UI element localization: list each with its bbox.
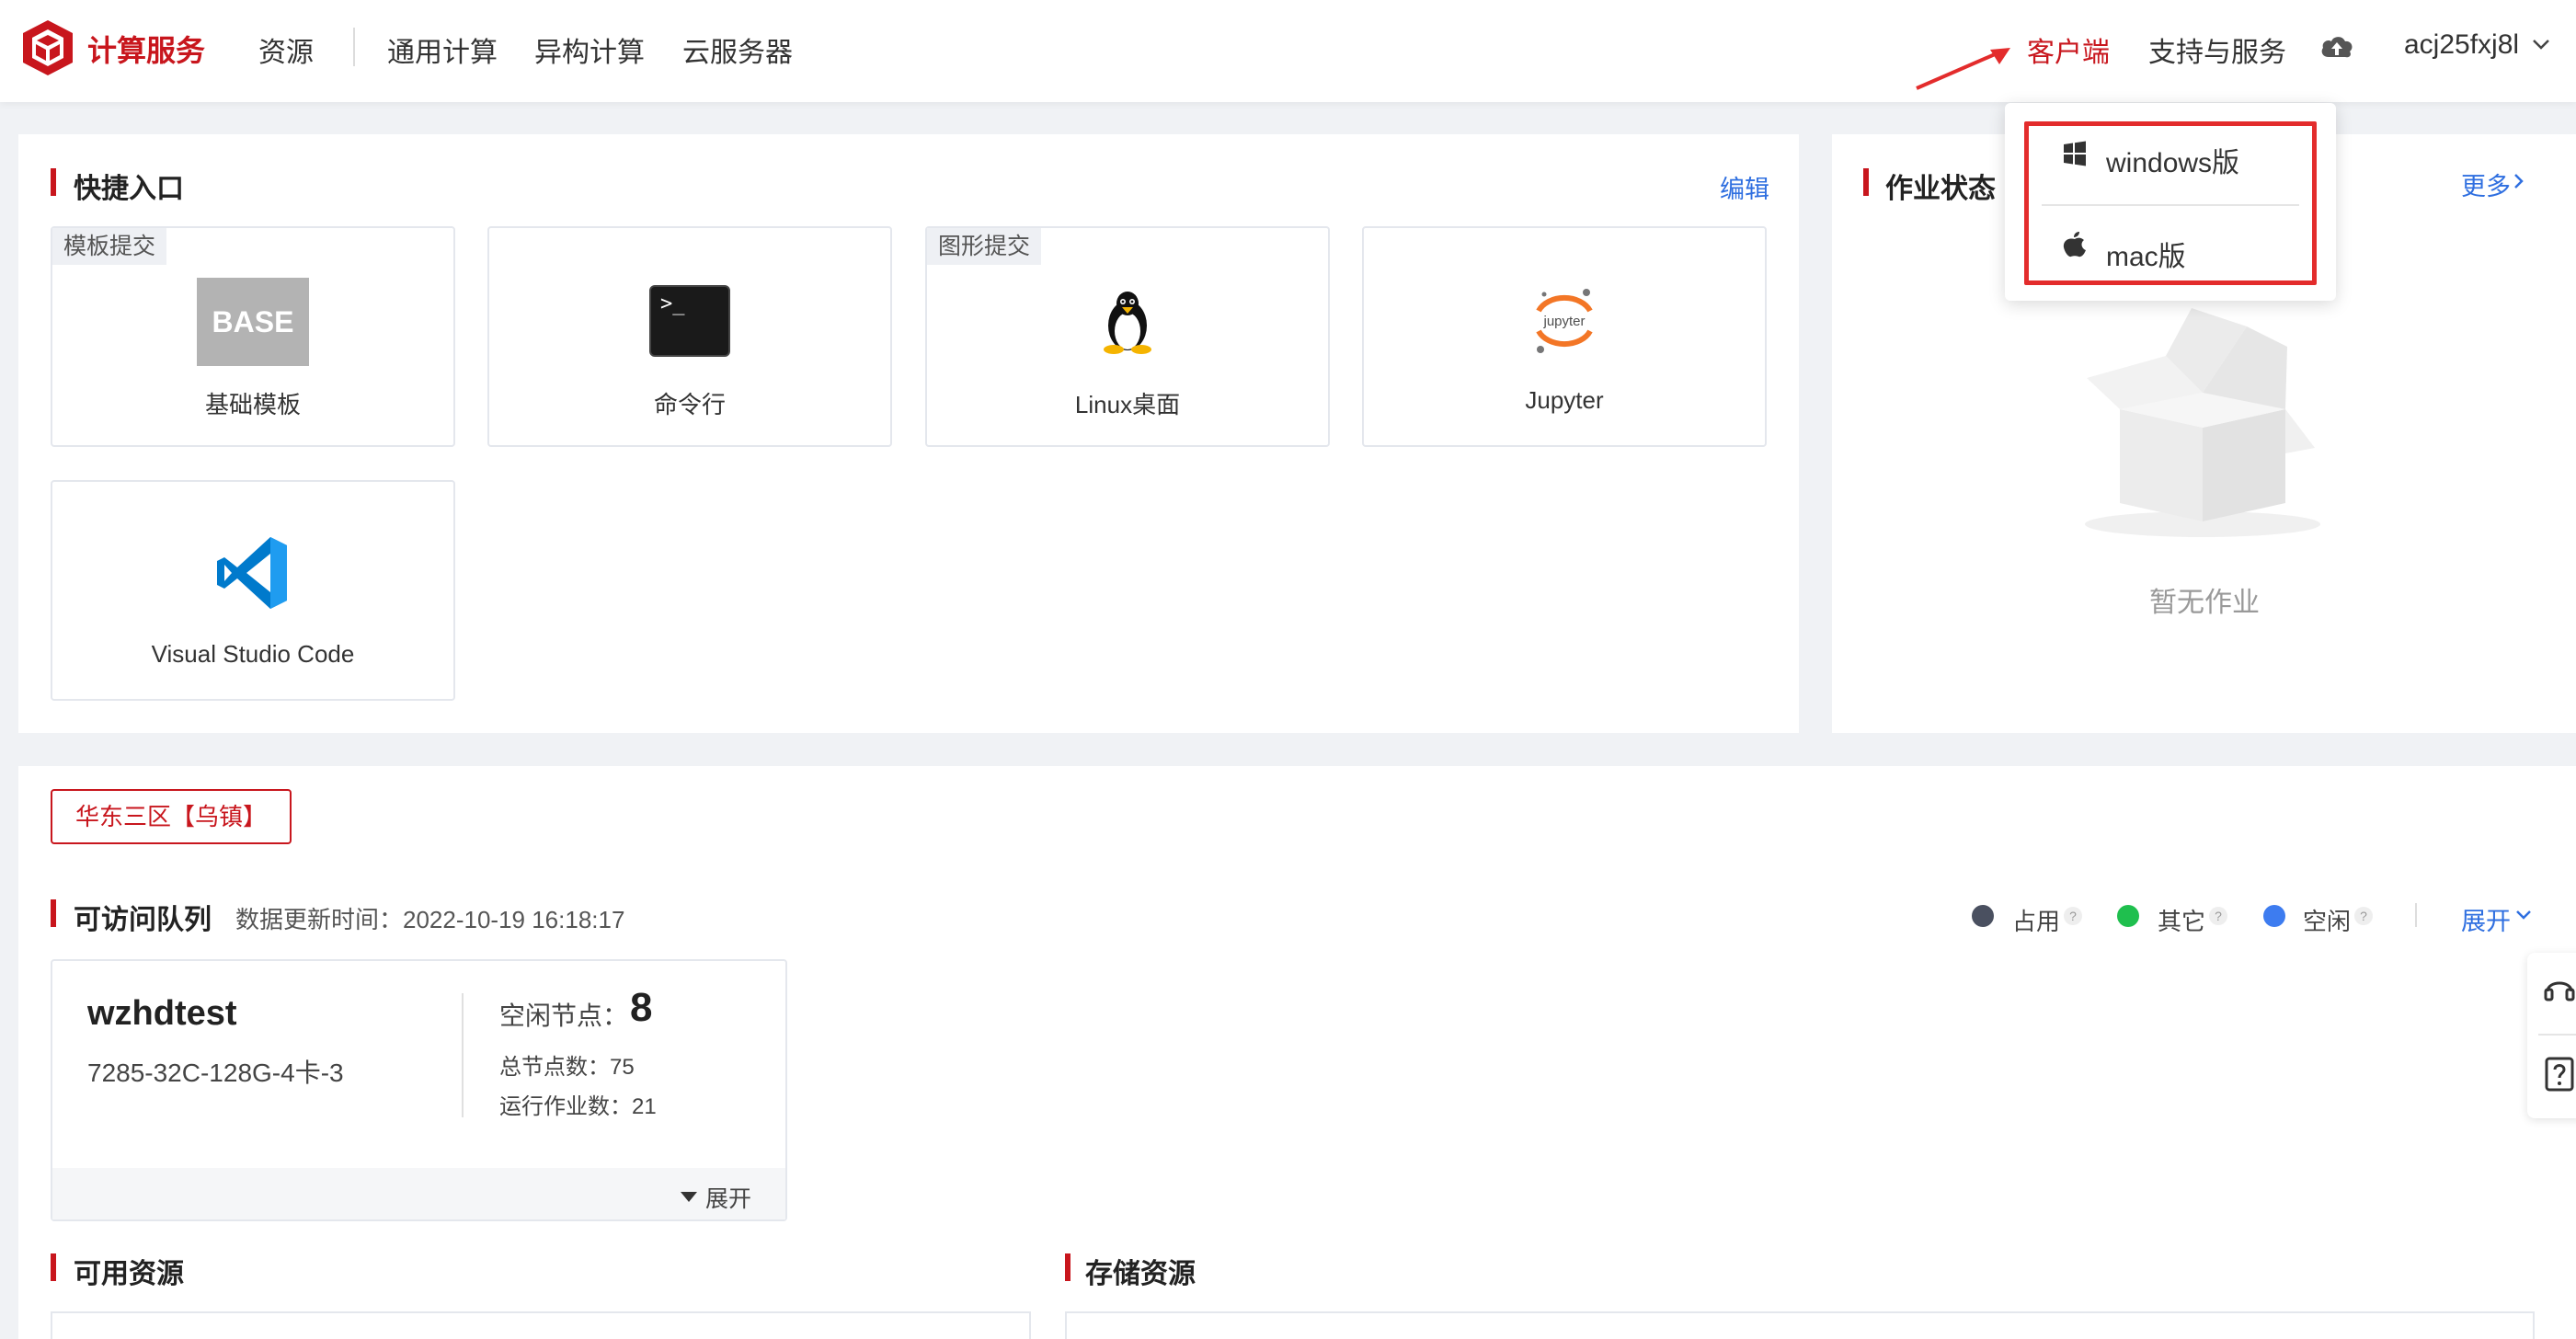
tile-linux-desktop[interactable]: 图形提交 Linux桌面 <box>925 226 1330 447</box>
tile-tag: 图形提交 <box>927 228 1042 265</box>
tile-label: 命令行 <box>653 391 726 418</box>
storage-resources-box <box>1065 1311 2535 1339</box>
linux-penguin-icon <box>1104 292 1151 354</box>
queues-title: 可访问队列 <box>74 905 212 935</box>
queue-divider <box>462 993 464 1117</box>
help-icon[interactable]: ? <box>2354 907 2373 925</box>
nav-support[interactable]: 支持与服务 <box>2148 29 2286 70</box>
queue-spec: 7285-32C-128G-4卡-3 <box>87 1059 344 1087</box>
available-resources-box <box>51 1311 1031 1339</box>
document-help-icon[interactable] <box>2544 1056 2575 1093</box>
tile-base-template[interactable]: 模板提交 BASE 基础模板 <box>51 226 455 447</box>
cloud-upload-icon[interactable] <box>2319 31 2354 61</box>
idle-nodes-value: 8 <box>630 985 653 1030</box>
section-marker <box>1863 168 1869 196</box>
tile-label: Visual Studio Code <box>151 640 355 668</box>
caret-down-icon[interactable] <box>681 1192 697 1202</box>
legend-other-dot <box>2117 905 2139 927</box>
section-marker <box>51 168 56 196</box>
region-tag-button[interactable]: 华东三区【乌镇】 <box>51 789 292 844</box>
terminal-icon: >_ <box>649 285 730 357</box>
nav-divider <box>353 28 355 66</box>
legend-occupied-label: 占用 <box>2012 908 2061 935</box>
queue-card[interactable]: wzhdtest 7285-32C-128G-4卡-3 空闲节点： 8 总节点数… <box>51 959 787 1221</box>
help-icon[interactable]: ? <box>2209 907 2227 925</box>
vscode-icon <box>217 537 287 609</box>
running-jobs-label: 运行作业数：21 <box>499 1094 657 1119</box>
tile-label: 基础模板 <box>204 391 301 418</box>
dropdown-divider <box>2042 204 2299 206</box>
legend-divider <box>2415 903 2417 927</box>
tile-tag: 模板提交 <box>52 228 167 265</box>
legend-occupied-dot <box>1972 905 1994 927</box>
nav-general-compute[interactable]: 通用计算 <box>387 29 498 70</box>
job-status-title: 作业状态 <box>1885 174 1996 204</box>
user-menu[interactable]: acj25fxj8l <box>2404 29 2519 61</box>
empty-box-icon <box>2085 308 2320 537</box>
legend-idle-label: 空闲 <box>2303 908 2352 935</box>
compute-service-logo-icon <box>23 20 73 75</box>
section-marker <box>51 899 56 927</box>
chevron-down-icon[interactable] <box>2514 909 2533 921</box>
nav-client[interactable]: 客户端 <box>2027 29 2110 70</box>
empty-jobs-text: 暂无作业 <box>2149 588 2260 618</box>
quick-entry-title: 快捷入口 <box>74 174 184 204</box>
expand-all-link[interactable]: 展开 <box>2461 901 2511 937</box>
legend-other-label: 其它 <box>2158 908 2206 935</box>
update-time-text: 数据更新时间：2022-10-19 16:18:17 <box>235 906 625 933</box>
jupyter-icon: jupyter <box>1536 289 1593 353</box>
windows-icon <box>2064 141 2086 166</box>
total-nodes-label: 总节点数：75 <box>499 1055 635 1080</box>
tile-jupyter[interactable]: jupyter Jupyter <box>1362 226 1767 447</box>
top-navigation-bar: 计算服务 资源 通用计算 异构计算 云服务器 客户端 支持与服务 acj25fx… <box>0 0 2576 102</box>
section-marker <box>1065 1253 1070 1281</box>
annotation-arrow-icon <box>1916 48 2010 90</box>
legend-idle-dot <box>2263 905 2285 927</box>
chevron-right-icon[interactable] <box>2513 172 2525 190</box>
edit-link[interactable]: 编辑 <box>1720 169 1769 205</box>
widget-divider <box>2538 1034 2576 1036</box>
idle-nodes-label: 空闲节点： <box>499 1001 629 1030</box>
nav-heterogeneous-compute[interactable]: 异构计算 <box>534 29 645 70</box>
storage-resources-title: 存储资源 <box>1085 1259 1196 1289</box>
svg-text:jupyter: jupyter <box>1542 314 1585 329</box>
brand-title[interactable]: 计算服务 <box>87 28 205 70</box>
dropdown-mac-item[interactable]: mac版 <box>2106 234 2186 274</box>
queue-expand-button[interactable]: 展开 <box>705 1181 751 1214</box>
tile-label: Jupyter <box>1525 386 1604 414</box>
tile-label: Linux桌面 <box>1074 391 1181 418</box>
nav-cloud-server[interactable]: 云服务器 <box>682 29 793 70</box>
tile-command-line[interactable]: >_ 命令行 <box>487 226 892 447</box>
nav-resources[interactable]: 资源 <box>258 29 314 70</box>
queue-card-footer: 展开 <box>52 1168 785 1219</box>
base-template-icon: BASE <box>197 278 309 366</box>
help-icon[interactable]: ? <box>2064 907 2082 925</box>
headset-icon[interactable] <box>2544 973 2575 1006</box>
dropdown-windows-item[interactable]: windows版 <box>2106 140 2239 180</box>
available-resources-title: 可用资源 <box>74 1259 184 1289</box>
floating-help-widget <box>2527 953 2576 1118</box>
chevron-down-icon[interactable] <box>2531 37 2551 52</box>
more-link[interactable]: 更多 <box>2461 166 2511 202</box>
section-marker <box>51 1253 56 1281</box>
apple-icon <box>2063 232 2086 258</box>
queue-name: wzhdtest <box>87 994 237 1033</box>
client-download-dropdown: windows版 mac版 <box>2005 103 2336 301</box>
tile-vscode[interactable]: Visual Studio Code <box>51 480 455 701</box>
